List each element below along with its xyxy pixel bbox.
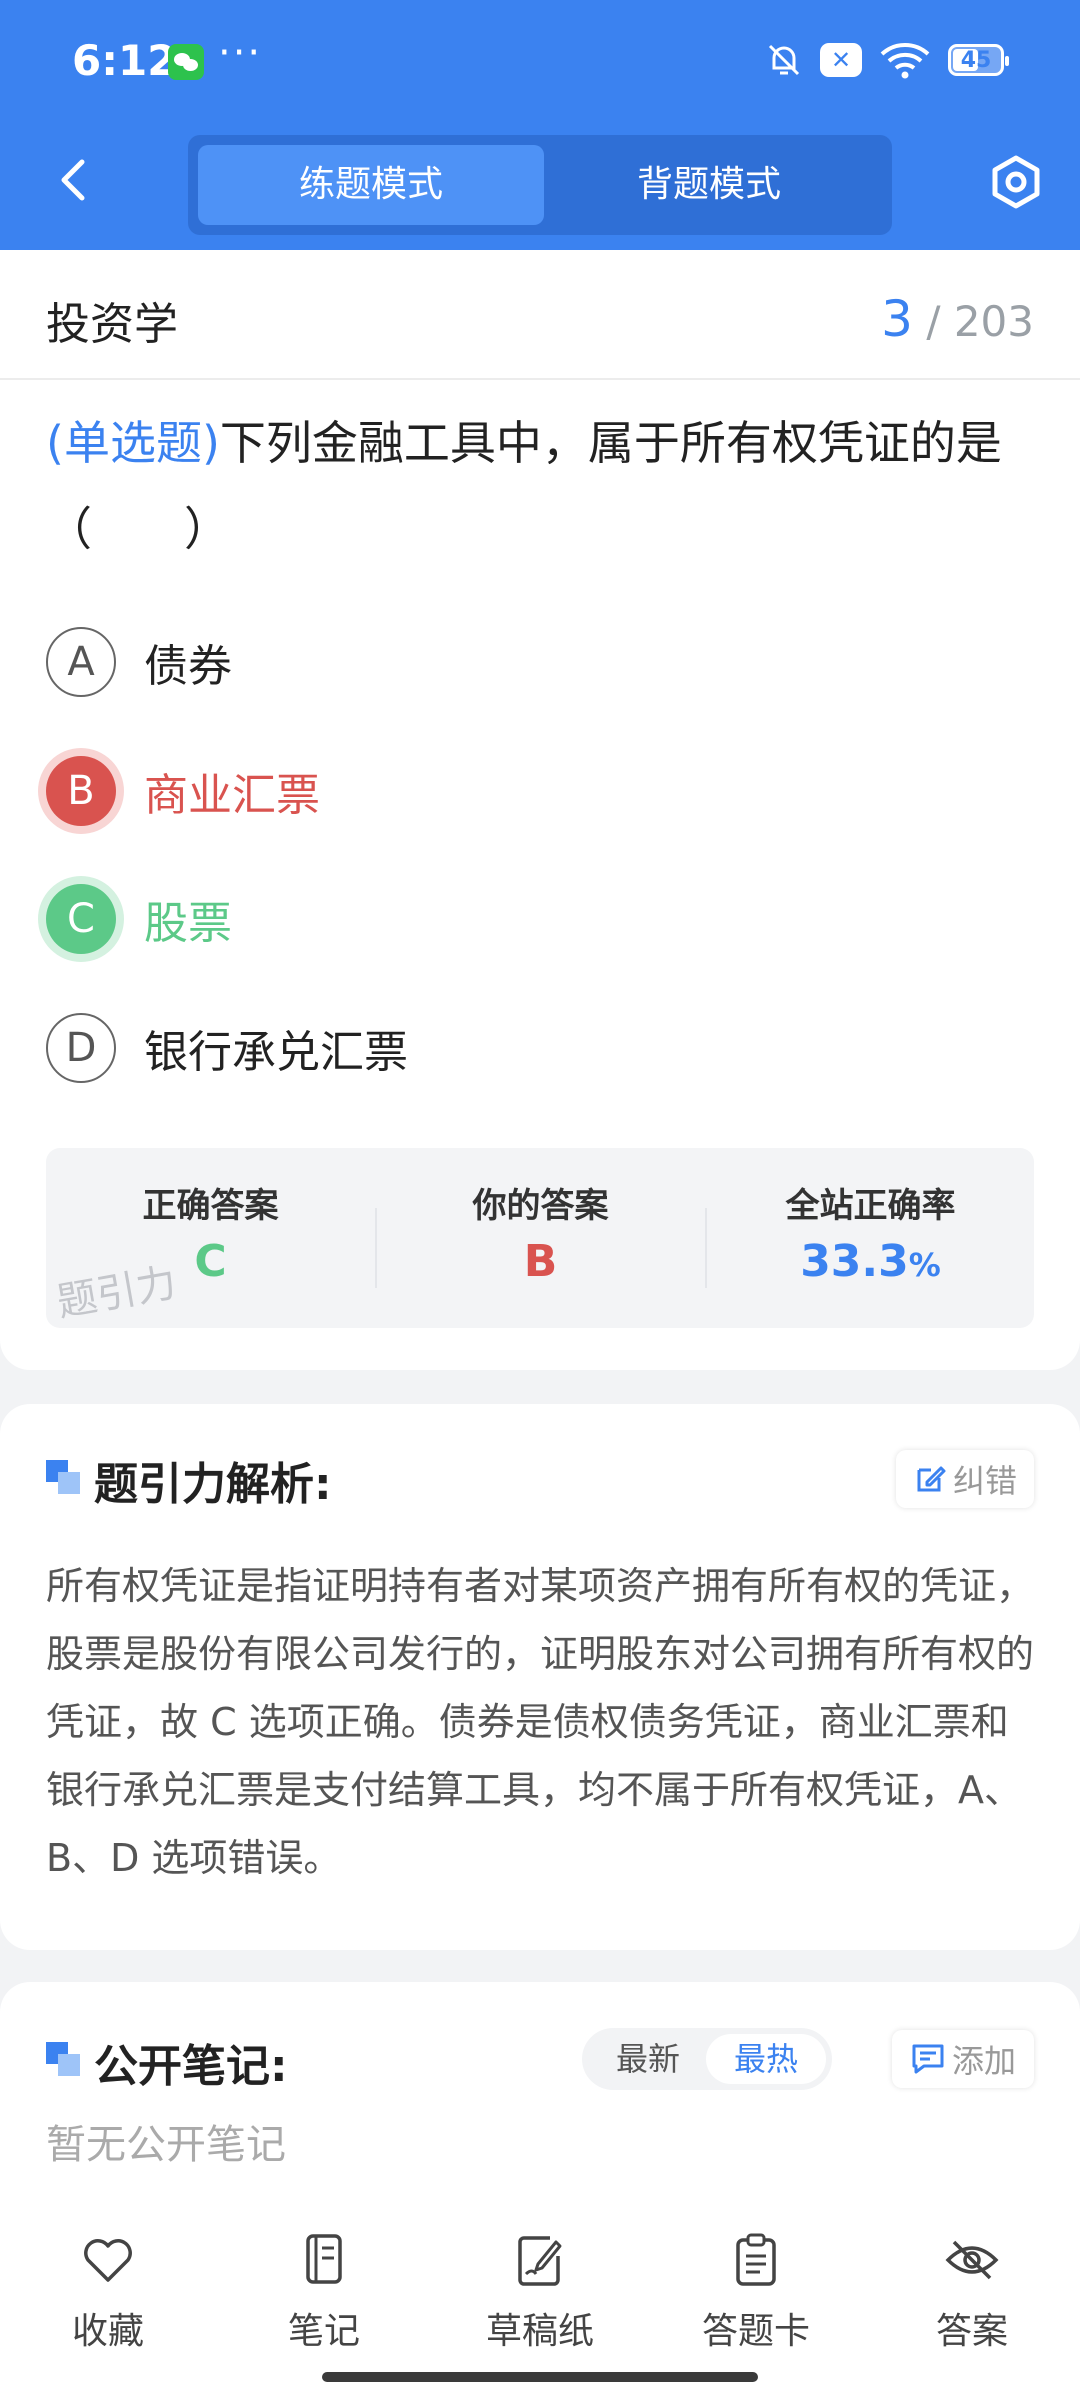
- question-stem: (单选题)下列金融工具中，属于所有权凭证的是（ ）: [46, 400, 1036, 572]
- option-a[interactable]: A 债券: [46, 625, 232, 699]
- home-indicator[interactable]: [322, 2372, 758, 2382]
- scratch-pad-icon: [518, 2236, 562, 2286]
- option-d[interactable]: D 银行承兑汇票: [46, 1011, 408, 1085]
- notes-sort-toggle: 最新 最热: [582, 2028, 832, 2090]
- wifi-icon: [880, 43, 930, 79]
- nav-notes[interactable]: 笔记: [234, 2230, 414, 2354]
- answer-summary: 正确答案 C 你的答案 B 全站正确率 33.3% 题引力: [46, 1148, 1034, 1328]
- mode-switch: 练题模式 背题模式: [188, 135, 892, 235]
- accuracy-value: 33.3: [800, 1236, 909, 1287]
- edit-icon: [917, 1466, 946, 1492]
- no-notes-text: 暂无公开笔记: [46, 2122, 286, 2168]
- eye-off-icon: [945, 2240, 999, 2280]
- subject-title: 投资学: [46, 299, 178, 350]
- add-note-button[interactable]: 添加: [892, 2030, 1034, 2088]
- total-questions: / 203: [926, 297, 1034, 346]
- mute-bell-icon: [768, 44, 800, 76]
- wechat-notification-icon: [168, 44, 204, 80]
- report-error-label: 纠错: [952, 1462, 1017, 1500]
- analysis-text: 所有权凭证是指证明持有者对某项资产拥有所有权的凭证，股票是股份有限公司发行的，证…: [46, 1564, 1035, 1880]
- sort-latest-button[interactable]: 最新: [588, 2034, 708, 2084]
- app-header: 6:12 ··· ✕ 45 练题模式 背题模式: [0, 0, 1080, 250]
- nav-favorite[interactable]: 收藏: [18, 2230, 198, 2354]
- nav-answer-label: 答案: [935, 2311, 1008, 2352]
- settings-icon[interactable]: [986, 152, 1046, 212]
- option-text: 债券: [144, 641, 232, 692]
- report-error-button[interactable]: 纠错: [896, 1450, 1034, 1508]
- your-answer-label: 你的答案: [472, 1186, 609, 1226]
- option-letter: B: [46, 756, 116, 826]
- accuracy-unit: %: [908, 1246, 941, 1284]
- battery-icon: 45: [948, 44, 1009, 76]
- sort-hottest-button[interactable]: 最热: [706, 2034, 826, 2084]
- current-question-number: 3: [881, 290, 913, 348]
- add-note-label: 添加: [951, 2042, 1016, 2080]
- accuracy-label: 全站正确率: [785, 1186, 956, 1226]
- accuracy-block: 全站正确率 33.3%: [706, 1148, 1035, 1328]
- analysis-title: 题引力解析:: [94, 1459, 332, 1510]
- option-letter: D: [46, 1013, 116, 1083]
- option-text: 股票: [144, 898, 232, 949]
- nav-scratch-paper[interactable]: 草稿纸: [450, 2230, 630, 2354]
- nav-favorite-label: 收藏: [71, 2311, 144, 2352]
- section-square-icon: [46, 2042, 80, 2076]
- option-c[interactable]: C 股票: [46, 882, 232, 956]
- correct-answer-label: 正确答案: [142, 1186, 279, 1226]
- nav-notes-label: 笔记: [287, 2311, 360, 2352]
- nav-answer[interactable]: 答案: [882, 2230, 1062, 2354]
- option-letter: A: [46, 627, 116, 697]
- notebook-icon: [306, 2234, 342, 2284]
- your-answer-value: B: [523, 1236, 558, 1287]
- option-text: 商业汇票: [144, 770, 320, 821]
- status-icons: ✕ 45: [764, 40, 1009, 80]
- nav-answer-card[interactable]: 答题卡: [666, 2230, 846, 2354]
- accuracy-value-wrap: 33.3%: [706, 1236, 1035, 1287]
- back-icon[interactable]: [44, 150, 104, 210]
- notes-title: 公开笔记:: [94, 2041, 288, 2092]
- tab-practice-mode[interactable]: 练题模式: [198, 145, 544, 225]
- question-card: 投资学 3 / 203 (单选题)下列金融工具中，属于所有权凭证的是（ ） A …: [0, 250, 1080, 1370]
- divider: [0, 378, 1080, 380]
- heart-icon: [84, 2239, 132, 2282]
- bottom-toolbar: 收藏 笔记 草稿纸 答题卡 答案: [0, 2200, 1080, 2400]
- option-b[interactable]: B 商业汇票: [46, 754, 320, 828]
- status-time: 6:12: [72, 36, 177, 85]
- option-letter: C: [46, 884, 116, 954]
- analysis-card: 题引力解析: 纠错 所有权凭证是指证明持有者对某项资产拥有所有权的凭证，股票是股…: [0, 1404, 1080, 1950]
- battery-level: 45: [960, 48, 992, 73]
- clipboard-icon: [736, 2233, 776, 2286]
- question-counter: 3 / 203: [881, 290, 1034, 348]
- tab-memorize-mode[interactable]: 背题模式: [536, 145, 882, 225]
- question-type: (单选题): [46, 416, 220, 470]
- option-text: 银行承兑汇票: [144, 1027, 408, 1078]
- nav-answer-card-label: 答题卡: [701, 2311, 810, 2352]
- comment-icon: [912, 2044, 944, 2074]
- your-answer-block: 你的答案 B: [376, 1148, 705, 1328]
- status-more-dots: ···: [218, 30, 263, 76]
- section-square-icon: [46, 1460, 80, 1494]
- nav-scratch-label: 草稿纸: [485, 2311, 594, 2352]
- sim-off-icon: ✕: [820, 43, 862, 77]
